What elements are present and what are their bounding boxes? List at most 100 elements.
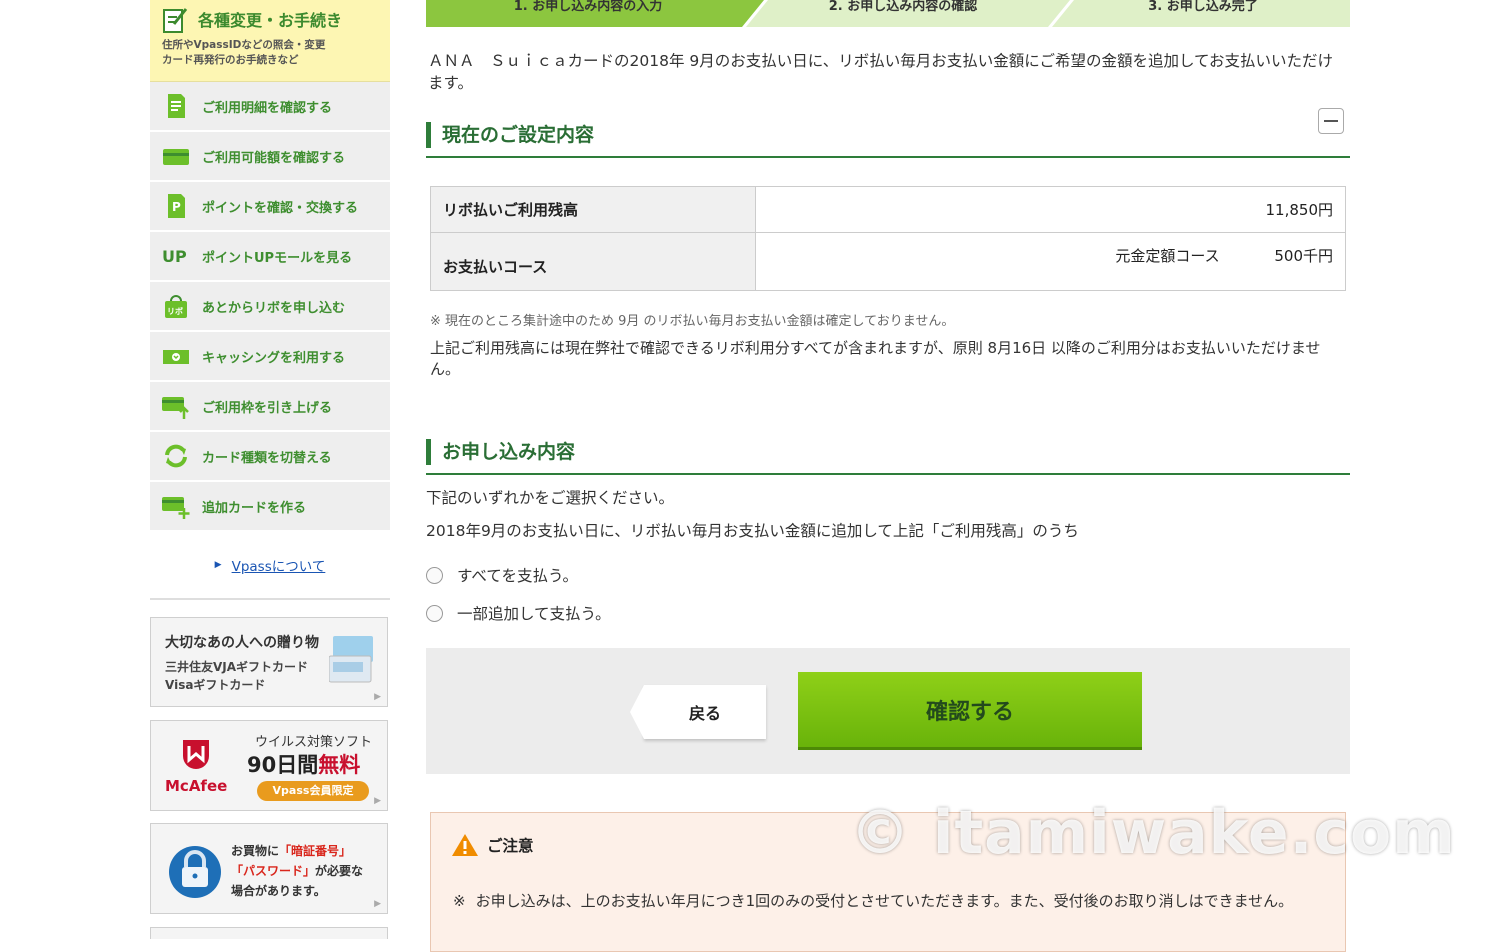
card-icon	[163, 149, 189, 165]
sidebar-item-additional-card[interactable]: 追加カードを作る	[150, 482, 390, 532]
row-value-balance: 11,850円	[755, 186, 1346, 233]
svg-text:リボ: リボ	[167, 306, 183, 316]
course-amount: 500千円	[1274, 247, 1333, 265]
caution-mark: ※	[453, 892, 466, 910]
intro-text: ＡＮＡ Ｓｕｉｃａカードの2018年 9月のお支払い日に、リボ払い毎月お支払い金…	[428, 52, 1334, 92]
external-link-icon: ▶	[374, 692, 381, 702]
heading-accent-bar	[426, 122, 431, 148]
sidebar-item-label: ご利用枠を引き上げる	[202, 400, 333, 416]
security-line2b: が必要な	[315, 864, 364, 878]
statement-icon	[168, 94, 185, 118]
step-3-complete: 3. お申し込み完了	[1056, 0, 1350, 27]
back-button[interactable]: 戻る	[630, 685, 766, 739]
sidebar-item-available-amount[interactable]: ご利用可能額を確認する	[150, 132, 390, 182]
svg-text:P: P	[172, 200, 181, 214]
point-icon: P	[168, 194, 185, 218]
caution-text-row: ※ お申し込みは、上のお支払い年月につき1回のみの受付とさせていただきます。また…	[453, 891, 1323, 912]
card-up-icon	[162, 397, 189, 419]
svg-text:UP: UP	[162, 247, 187, 266]
padlock-icon	[169, 846, 221, 898]
table-row: リボ払いご利用残高 11,850円	[430, 186, 1346, 233]
security-line1: お買物に「暗証番号」	[231, 842, 351, 859]
mcafee-top-text: ウイルス対策ソフト	[255, 735, 373, 750]
security-line1b: 「暗証番号」	[279, 844, 352, 858]
radio-label: 一部追加して支払う。	[457, 605, 611, 623]
caution-title: ご注意	[487, 837, 534, 855]
sidebar-header-subtitle: 住所やVpassIDなどの照会・変更 カード再発行のお手続きなど	[162, 38, 325, 68]
radio-button[interactable]	[426, 604, 443, 622]
caution-heading: ご注意	[451, 833, 534, 857]
radio-label: すべてを支払う。	[457, 567, 579, 585]
security-line1a: お買物に	[231, 844, 280, 858]
mcafee-big-text: 90日間無料	[247, 749, 360, 779]
triangle-bullet-icon: ▶	[214, 560, 222, 570]
warning-icon	[452, 834, 478, 856]
step-1-input: 1. お申し込み内容の入力	[426, 0, 750, 27]
collapse-minus-icon[interactable]	[1318, 108, 1344, 134]
sidebar-item-label: 追加カードを作る	[202, 500, 307, 516]
gift-banner-line2: 三井住友VJAギフトカード	[165, 660, 309, 674]
step-2-confirm: 2. お申し込み内容の確認	[750, 0, 1056, 27]
sidebar-item-label: あとからリボを申し込む	[202, 300, 346, 316]
sidebar-item-statement[interactable]: ご利用明細を確認する	[150, 82, 390, 132]
button-area: 戻る 確認する	[426, 648, 1350, 774]
row-value-course: 元金定額コース 500千円	[755, 232, 1346, 291]
radio-pay-partial[interactable]: 一部追加して支払う。	[426, 602, 611, 624]
security-line2: 「パスワード」が必要な	[231, 862, 363, 879]
sidebar-item-raise-limit[interactable]: ご利用枠を引き上げる	[150, 382, 390, 432]
step-1-label: 1. お申し込み内容の入力	[513, 0, 663, 14]
course-name: 元金定額コース	[1115, 247, 1220, 265]
table-row: お支払いコース 元金定額コース 500千円	[430, 232, 1346, 291]
radio-button[interactable]	[426, 566, 443, 584]
sidebar-item-label: キャッシングを利用する	[202, 350, 346, 366]
mcafee-days: 90日間	[247, 753, 319, 777]
vpass-about-link[interactable]: Vpassについて	[232, 555, 326, 575]
sidebar-item-label: ポイントUPモールを見る	[202, 250, 353, 266]
tally-note: ※ 現在のところ集計途中のため 9月 のリボ払い毎月お支払い金額は確定しておりま…	[430, 314, 955, 329]
sidebar-item-switch-card[interactable]: カード種類を切替える	[150, 432, 390, 482]
sidebar: 各種変更・お手続き 住所やVpassIDなどの照会・変更 カード再発行のお手続き…	[150, 0, 390, 939]
gift-banner-line3: Visaギフトカード	[165, 678, 266, 692]
card-add-icon	[162, 497, 190, 519]
current-settings-title: 現在のご設定内容	[442, 124, 595, 146]
sidebar-item-cashing[interactable]: キャッシングを利用する	[150, 332, 390, 382]
row-label-course: お支払いコース	[430, 232, 756, 291]
row-label-balance: リボ払いご利用残高	[430, 186, 756, 233]
ribo-bag-icon: リボ	[165, 295, 187, 318]
external-link-icon: ▶	[374, 899, 381, 909]
security-notice-banner[interactable]: お買物に「暗証番号」 「パスワード」が必要な 場合があります。 ▶	[150, 823, 388, 914]
radio-pay-all[interactable]: すべてを支払う。	[426, 564, 578, 586]
payment-detail-text: 2018年9月のお支払い日に、リボ払い毎月お支払い金額に追加して上記「ご利用残高…	[426, 522, 1079, 540]
mcafee-badge: Vpass会員限定	[257, 781, 369, 801]
step-3-label: 3. お申し込み完了	[1148, 0, 1258, 14]
switch-icon	[165, 444, 187, 468]
gift-banner-line1: 大切なあの人への贈り物	[165, 635, 319, 651]
sidebar-item-label: ポイントを確認・交換する	[202, 200, 359, 216]
sidebar-next-banner-edge	[150, 927, 388, 939]
sidebar-item-label: カード種類を切替える	[202, 450, 332, 466]
mcafee-banner[interactable]: McAfee ウイルス対策ソフト 90日間無料 Vpass会員限定 ▶	[150, 720, 388, 811]
sidebar-header-subtitle-line1: 住所やVpassIDなどの照会・変更	[162, 39, 326, 51]
watermark: © itamiwake.com	[850, 798, 1456, 868]
cash-icon	[163, 350, 189, 364]
sidebar-header[interactable]: 各種変更・お手続き 住所やVpassIDなどの照会・変更 カード再発行のお手続き…	[150, 0, 390, 82]
gift-cards-image	[329, 636, 373, 683]
balance-note: 上記ご利用残高には現在弊社で確認できるリボ利用分すべてが含まれますが、原則 8月…	[430, 339, 1321, 378]
sidebar-item-point-up-mall[interactable]: UP ポイントUPモールを見る	[150, 232, 390, 282]
mcafee-logo-text: McAfee	[165, 777, 228, 795]
gift-card-banner[interactable]: 大切なあの人への贈り物 三井住友VJAギフトカード Visaギフトカード ▶	[150, 617, 388, 707]
mcafee-free: 無料	[318, 753, 361, 777]
up-icon: UP	[162, 247, 187, 266]
sidebar-item-points[interactable]: P ポイントを確認・交換する	[150, 182, 390, 232]
step-2-label: 2. お申し込み内容の確認	[828, 0, 978, 14]
confirm-button[interactable]: 確認する	[798, 672, 1142, 750]
sidebar-header-subtitle-line2: カード再発行のお手続きなど	[162, 54, 299, 66]
mcafee-shield-icon	[183, 740, 209, 769]
sidebar-item-ribo-apply[interactable]: リボ あとからリボを申し込む	[150, 282, 390, 332]
vpass-about-link-row: ▶ Vpassについて	[150, 532, 390, 600]
security-line2a: 「パスワード」	[231, 864, 316, 878]
caution-text: お申し込みは、上のお支払い年月につき1回のみの受付とさせていただきます。また、受…	[475, 892, 1294, 910]
security-line3: 場合があります。	[231, 884, 326, 898]
current-settings-table: リボ払いご利用残高 11,850円 お支払いコース 元金定額コース 500千円	[430, 186, 1346, 291]
current-settings-heading: 現在のご設定内容	[426, 108, 1350, 158]
